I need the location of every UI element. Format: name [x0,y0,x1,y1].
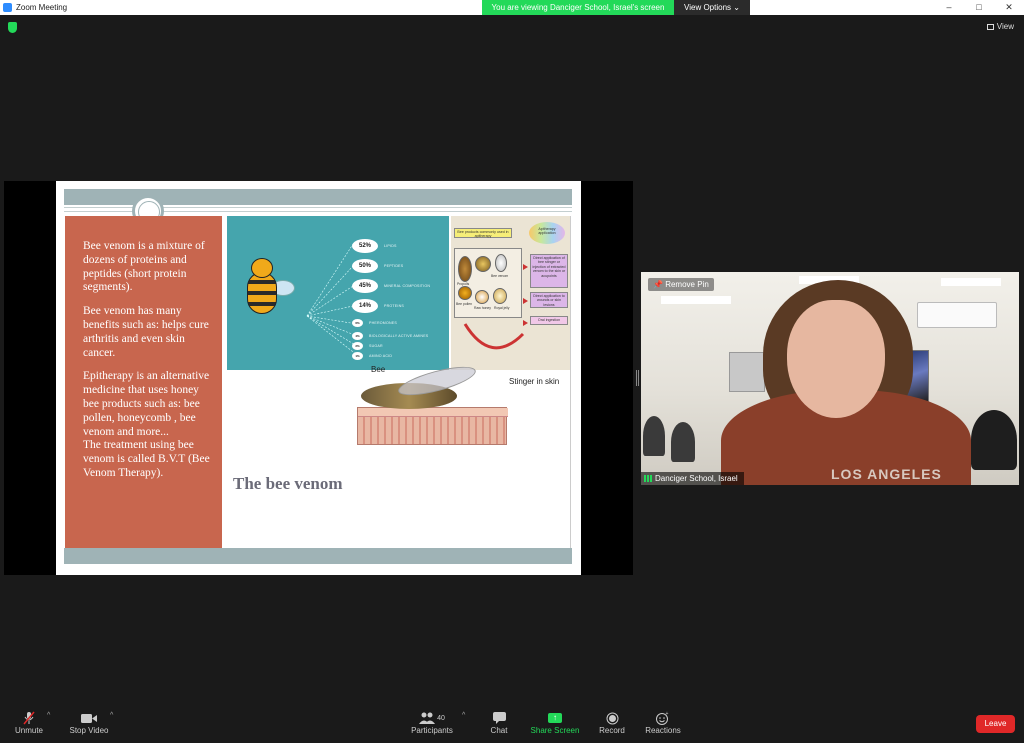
leave-button[interactable]: Leave [976,715,1015,733]
viewing-screen-message: You are viewing Danciger School, Israel'… [482,0,674,15]
stinger-label: Stinger in skin [509,377,560,386]
background-person [643,416,665,456]
participants-icon: 40 [410,710,454,726]
resize-handle[interactable] [636,370,639,386]
curved-arrow-icon [463,323,525,350]
shared-screen: Bee venom is a mixture of dozens of prot… [4,181,633,575]
share-screen-icon: ↑ [548,713,562,723]
security-shield-icon[interactable] [8,22,17,33]
share-screen-button[interactable]: ↑ Share Screen [530,710,580,735]
slide-paragraph: Bee venom is a mixture of dozens of prot… [83,240,205,294]
bee-label: Bee [371,365,386,374]
reactions-button[interactable]: + Reactions [644,710,682,735]
record-button[interactable]: Record [596,710,628,735]
participant-video[interactable]: LOS ANGELES 📌 Remove Pin Danciger School… [641,272,1019,485]
slide-paragraph: Bee venom has many benefits such as: hel… [83,305,209,359]
video-options-caret[interactable]: ^ [110,712,113,719]
shirt-text: LOS ANGELES [831,466,942,482]
view-label: View [996,22,1014,31]
percentage-item: 4% BIOLOGICALLY ACTIVE AMINES [352,330,430,341]
slide-paragraph: Epitherapy is an alternative medicine th… [83,370,210,479]
percentage-item: 52% LIPIDS [352,236,430,256]
percentage-item: 45% MINERAL COMPOSITION [352,276,430,296]
stop-video-button[interactable]: Stop Video [66,710,112,735]
participants-button[interactable]: 40 Participants [410,710,454,735]
chat-button[interactable]: Chat [484,710,514,735]
zoom-logo-icon [3,3,12,12]
window-controls: – □ ✕ [934,0,1024,15]
unmute-button[interactable]: Unmute [12,710,46,735]
slide-title: The bee venom [233,474,343,493]
skin-layers-image [357,407,508,445]
speaker-person: LOS ANGELES [721,280,971,485]
percentage-item: 14% PROTEINS [352,296,430,316]
background-person [971,410,1017,470]
meeting-toolbar: Unmute ^ Stop Video ^ 40 Participants ^ … [0,704,1024,743]
cartoon-bee-icon [241,258,295,324]
bee-sting-diagram: Bee Stinger in skin [301,360,571,456]
remove-pin-button[interactable]: 📌 Remove Pin [648,278,714,291]
chat-bubble-icon [484,710,514,726]
participants-count: 40 [437,714,445,722]
screen-share-banner: You are viewing Danciger School, Israel'… [482,0,750,15]
muted-microphone-icon [12,710,46,726]
view-button[interactable]: View [986,22,1014,31]
svg-text:+: + [666,711,669,717]
venom-composition-infographic: 52% LIPIDS 50% PEPTIDES 45% MINERAL COMPOSI… [227,216,449,370]
percentage-item: 50% PEPTIDES [352,256,430,276]
participant-name-tag: Danciger School, Israel [641,472,744,485]
presentation-slide: Bee venom is a mixture of dozens of prot… [56,181,581,575]
background-person [671,422,695,462]
reactions-smiley-icon: + [644,710,682,726]
apitherapy-infographic: Bee products commonly used in apitherapy… [451,216,571,370]
close-icon[interactable]: ✕ [994,0,1024,15]
participants-options-caret[interactable]: ^ [462,712,465,719]
percentage-item: 1% AMINO ACID [352,351,430,361]
signal-strength-icon [644,475,652,482]
percentage-item: 2% SUGAR [352,341,430,351]
view-options-button[interactable]: View Options ⌄ [674,0,750,15]
percentage-item: 6% PHEROMONES [352,316,430,330]
slide-divider [570,216,571,548]
meeting-topbar: View [0,15,1024,41]
video-camera-icon [66,710,112,726]
slide-bottom-bar [64,548,572,564]
audio-options-caret[interactable]: ^ [47,712,50,719]
record-icon [596,710,628,726]
maximize-icon[interactable]: □ [964,0,994,15]
window-title: Zoom Meeting [16,3,68,12]
slide-text-panel: Bee venom is a mixture of dozens of prot… [65,216,222,548]
view-grid-icon [986,23,994,30]
minimize-icon[interactable]: – [934,0,964,15]
percentage-list: 52% LIPIDS 50% PEPTIDES 45% MINERAL COMPOSI… [352,236,430,361]
